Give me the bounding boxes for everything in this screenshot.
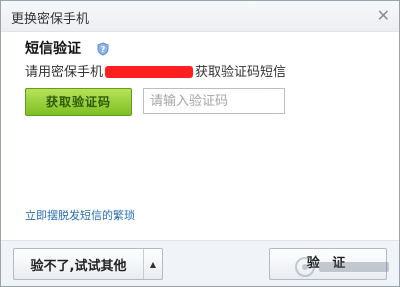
- dialog: 更换密保手机 ✕ 短信验证 ? 请用密保手机 获取验证码短信 获取验证码 立即摆脱…: [0, 0, 400, 287]
- verify-button[interactable]: 验 证: [269, 248, 387, 280]
- sms-verify-section: 短信验证 ? 请用密保手机 获取验证码短信 获取验证码: [25, 37, 389, 118]
- triangle-up-icon[interactable]: ▲: [143, 249, 162, 279]
- svg-text:?: ?: [101, 45, 106, 54]
- close-icon[interactable]: ✕: [377, 6, 390, 26]
- instruction-text: 请用密保手机 获取验证码短信: [25, 61, 389, 80]
- dialog-titlebar: 更换密保手机 ✕: [1, 1, 399, 32]
- code-row: 获取验证码: [25, 88, 389, 118]
- try-other-label: 验不了,试试其他: [30, 258, 127, 274]
- dialog-footer: 验不了,试试其他 ▲ 验 证: [1, 240, 399, 286]
- heading-row: 短信验证 ?: [25, 37, 389, 57]
- instruction-prefix: 请用密保手机: [25, 65, 104, 80]
- escape-sms-link[interactable]: 立即摆脱发短信的繁琐: [25, 207, 135, 223]
- dialog-title: 更换密保手机: [11, 12, 90, 27]
- redacted-phone-number: [105, 65, 194, 78]
- section-heading: 短信验证: [25, 40, 81, 57]
- get-code-button[interactable]: 获取验证码: [25, 88, 132, 116]
- verification-code-input[interactable]: [143, 88, 285, 114]
- try-other-method-button[interactable]: 验不了,试试其他 ▲: [13, 248, 163, 280]
- shield-question-icon[interactable]: ?: [96, 41, 110, 56]
- instruction-suffix: 获取验证码短信: [195, 65, 287, 80]
